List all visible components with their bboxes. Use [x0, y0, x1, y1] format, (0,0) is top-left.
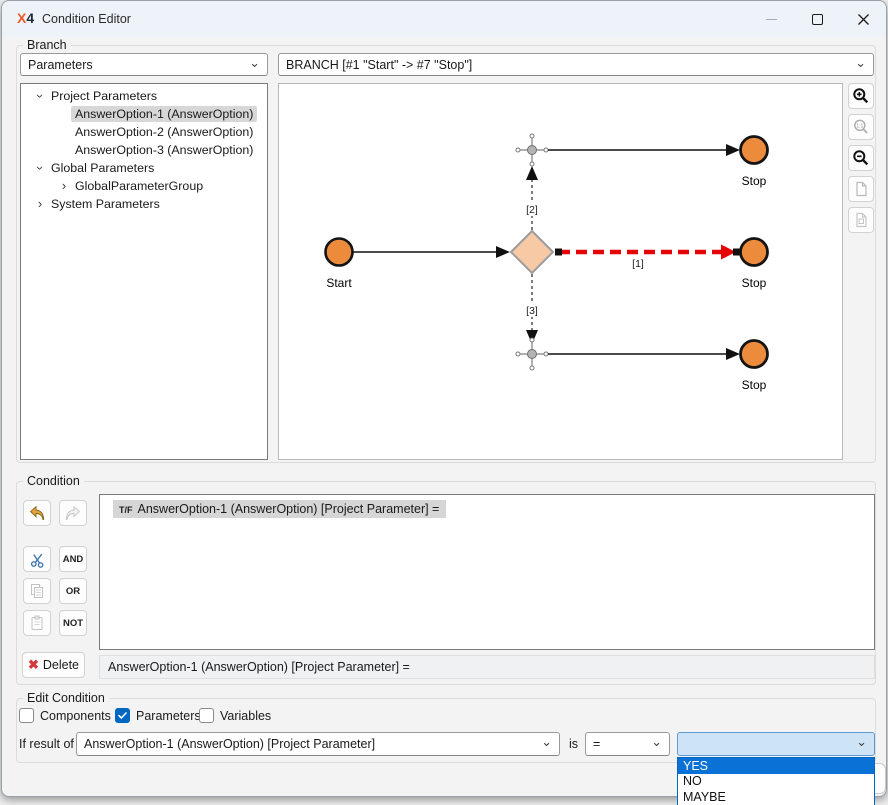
minimize-button[interactable] [748, 1, 794, 37]
edit-condition-legend: Edit Condition [23, 691, 109, 705]
zoom-in-icon [852, 87, 870, 105]
result-parameter-value: AnswerOption-1 (AnswerOption) [Project P… [84, 737, 375, 751]
branch-legend: Branch [23, 38, 71, 52]
chevron-expanded-icon[interactable]: › [34, 161, 46, 175]
branch-source-value: Parameters [28, 58, 93, 72]
window-title: Condition Editor [42, 12, 131, 26]
close-button[interactable] [840, 1, 886, 37]
paste-button[interactable] [23, 610, 51, 636]
dropdown-option-yes[interactable]: YES [678, 758, 874, 774]
stop-node-mid[interactable] [741, 239, 768, 266]
chevron-down-icon: ⌄ [541, 734, 552, 750]
chevron-collapsed-icon[interactable]: › [33, 198, 47, 210]
chevron-down-icon: ⌄ [651, 734, 662, 750]
fit-selection-icon [852, 211, 870, 229]
tree-item-answeroption-1[interactable]: AnswerOption-1 (AnswerOption) [21, 105, 267, 123]
stop-node-label: Stop [742, 174, 767, 188]
zoom-out-icon [852, 149, 870, 167]
stop-node-label: Stop [742, 276, 767, 290]
screen: X4 Condition Editor Branch Parameters ⌄ … [0, 0, 888, 805]
checkbox-components[interactable]: Components [19, 708, 111, 723]
fit-page-icon [852, 180, 870, 198]
checkbox-parameters[interactable]: Parameters [115, 708, 201, 723]
maximize-button[interactable] [794, 1, 840, 37]
zoom-1-1-icon: 1:1 [852, 118, 870, 136]
checkbox-unchecked-icon[interactable] [19, 708, 34, 723]
cut-icon [29, 551, 46, 568]
stop-node-bottom[interactable] [741, 341, 768, 368]
x4-logo-icon: X4 [17, 10, 34, 26]
chevron-collapsed-icon[interactable]: › [57, 180, 71, 192]
tree-item-answeroption-3[interactable]: AnswerOption-3 (AnswerOption) [21, 141, 267, 159]
svg-text:1:1: 1:1 [856, 123, 863, 129]
result-parameter-combobox[interactable]: AnswerOption-1 (AnswerOption) [Project P… [76, 732, 560, 756]
minimize-icon [766, 19, 777, 20]
zoom-out-button[interactable] [848, 145, 874, 171]
process-diagram-canvas[interactable]: [2] [3] [278, 83, 843, 460]
tree-item-project-parameters[interactable]: › Project Parameters [21, 87, 267, 105]
cut-button[interactable] [23, 546, 51, 572]
fit-page-button[interactable] [848, 176, 874, 202]
checkbox-checked-icon[interactable] [115, 708, 130, 723]
redo-button[interactable] [59, 500, 87, 526]
branch-value: BRANCH [#1 "Start" -> #7 "Stop"] [286, 58, 472, 72]
dropdown-option-maybe[interactable]: MAYBE [678, 789, 874, 805]
condition-legend: Condition [23, 474, 84, 488]
not-button[interactable]: NOT [59, 610, 87, 636]
zoom-original-button[interactable]: 1:1 [848, 114, 874, 140]
copy-button[interactable] [23, 578, 51, 604]
copy-icon [28, 582, 46, 600]
condition-editor-dialog: X4 Condition Editor Branch Parameters ⌄ … [1, 0, 887, 797]
checkbox-variables[interactable]: Variables [199, 708, 271, 723]
branch-1-label: [1] [632, 258, 644, 270]
branch-3-label: [3] [526, 305, 538, 317]
operator-combobox[interactable]: = ⌄ [585, 732, 670, 756]
fit-selection-button[interactable] [848, 207, 874, 233]
tree-item-answeroption-2[interactable]: AnswerOption-2 (AnswerOption) [21, 123, 267, 141]
and-button[interactable]: AND [59, 546, 87, 572]
condition-expression-item[interactable]: T/FAnswerOption-1 (AnswerOption) [Projec… [113, 500, 446, 518]
paste-icon [28, 614, 46, 632]
start-node-label: Start [326, 276, 352, 290]
parameter-tree: › Project Parameters AnswerOption-1 (Ans… [20, 83, 268, 460]
operator-value: = [593, 737, 600, 751]
bend-point-handle[interactable] [528, 350, 537, 359]
value-combobox[interactable]: ⌄ [677, 732, 875, 756]
stop-node-top[interactable] [741, 137, 768, 164]
checkbox-unchecked-icon[interactable] [199, 708, 214, 723]
or-button[interactable]: OR [59, 578, 87, 604]
tree-item-global-parameters[interactable]: › Global Parameters [21, 159, 267, 177]
if-result-of-label: If result of [19, 737, 74, 751]
chevron-down-icon: ⌄ [249, 55, 260, 71]
true-false-icon: T/F [119, 505, 133, 515]
condition-expression-list[interactable]: T/FAnswerOption-1 (AnswerOption) [Projec… [99, 494, 875, 650]
branch-2-label: [2] [526, 204, 538, 216]
value-dropdown-list: YES NO MAYBE [677, 757, 875, 805]
bend-point-handle[interactable] [528, 146, 537, 155]
chevron-down-icon: ⌄ [856, 734, 867, 750]
branch-source-combobox[interactable]: Parameters ⌄ [20, 53, 268, 76]
redo-icon [64, 505, 82, 522]
undo-icon [28, 505, 46, 522]
start-node[interactable] [326, 239, 353, 266]
maximize-icon [812, 14, 823, 25]
chevron-expanded-icon[interactable]: › [34, 89, 46, 103]
condition-status-field: AnswerOption-1 (AnswerOption) [Project P… [99, 655, 875, 679]
delete-button[interactable]: ✖ Delete [22, 652, 85, 678]
chevron-down-icon: ⌄ [855, 55, 866, 71]
title-bar: X4 Condition Editor [2, 1, 886, 37]
delete-x-icon: ✖ [28, 657, 39, 673]
tree-item-globalparametergroup[interactable]: › GlobalParameterGroup [21, 177, 267, 195]
branch-combobox[interactable]: BRANCH [#1 "Start" -> #7 "Stop"] ⌄ [278, 53, 874, 76]
close-icon [857, 13, 870, 26]
zoom-in-button[interactable] [848, 83, 874, 109]
dropdown-option-no[interactable]: NO [678, 774, 874, 790]
process-diagram: [2] [3] [279, 84, 842, 459]
gateway-node[interactable] [511, 231, 553, 273]
undo-button[interactable] [23, 500, 51, 526]
is-label: is [569, 737, 578, 751]
stop-node-label: Stop [742, 378, 767, 392]
tree-item-system-parameters[interactable]: › System Parameters [21, 195, 267, 213]
